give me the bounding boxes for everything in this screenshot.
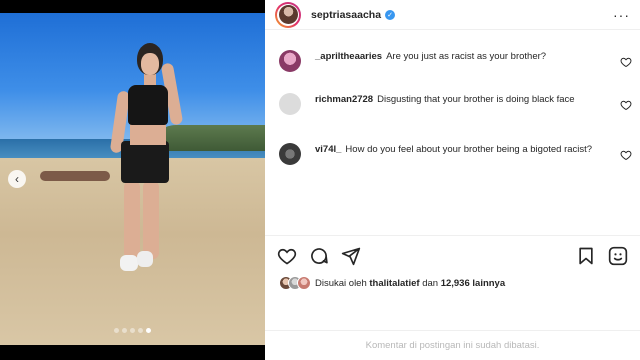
comment-icon[interactable] — [309, 246, 329, 266]
heart-icon[interactable] — [620, 149, 632, 161]
post-username[interactable]: septriasaacha — [311, 9, 381, 21]
comment-item: richman2728 Disgusting that your brother … — [279, 93, 634, 115]
carousel-dot — [114, 328, 119, 333]
sunbather — [40, 171, 110, 181]
photo-subject-face — [141, 53, 159, 75]
avatar[interactable] — [297, 276, 311, 290]
share-icon[interactable] — [341, 246, 361, 266]
photo-subject-shorts — [121, 141, 169, 183]
photo-subject-leg — [143, 181, 159, 259]
footer-notice: Komentar di postingan ini sudah dibatasi… — [365, 340, 540, 351]
likes-summary: Disukai oleh thalitalatief dan 12,936 la… — [279, 276, 505, 290]
post-media: ‹ — [0, 0, 265, 360]
comment-item: vi74l_ How do you feel about your brother… — [279, 143, 634, 165]
more-icon[interactable]: ··· — [613, 7, 630, 23]
heart-icon[interactable] — [620, 56, 632, 68]
likes-user-link[interactable]: thalitalatief — [369, 278, 419, 289]
post-panel: septriasaacha ✓ ··· _apriltheaaries Are y… — [265, 0, 640, 360]
likes-suffix[interactable]: lainnya — [472, 278, 505, 289]
comment-username[interactable]: _apriltheaaries — [315, 51, 382, 62]
comment-text: How do you feel about your brother being… — [345, 144, 593, 155]
heart-icon[interactable] — [277, 246, 297, 266]
likes-prefix: Disukai oleh — [315, 277, 367, 289]
photo-subject-shoe — [137, 251, 153, 267]
emoji-icon[interactable] — [608, 246, 628, 266]
avatar — [278, 5, 298, 24]
post-header: septriasaacha ✓ ··· — [265, 0, 640, 30]
heart-icon[interactable] — [620, 99, 632, 111]
photo-subject-shoe — [120, 255, 138, 271]
avatar[interactable] — [279, 143, 301, 165]
avatar[interactable] — [279, 93, 301, 115]
bookmark-icon[interactable] — [576, 246, 596, 266]
comment-text: Are you just as racist as your brother? — [386, 51, 547, 62]
likes-middle: dan — [422, 277, 439, 289]
post-photo — [0, 13, 265, 345]
carousel-dot — [130, 328, 135, 333]
carousel-dot — [138, 328, 143, 333]
post-actions — [265, 235, 640, 275]
comment-item: _apriltheaaries Are you just as racist as… — [279, 50, 634, 72]
comment-text: Disgusting that your brother is doing bl… — [377, 94, 575, 105]
likes-count-link[interactable]: 12,936 — [441, 278, 470, 289]
photo-subject-top — [128, 85, 168, 125]
carousel-dots — [114, 328, 151, 333]
photo-subject-torso — [130, 123, 166, 145]
photo-subject-leg — [124, 181, 140, 259]
comment-username[interactable]: richman2728 — [315, 94, 373, 105]
story-ring[interactable] — [275, 1, 301, 28]
verified-icon: ✓ — [385, 9, 396, 20]
carousel-dot — [122, 328, 127, 333]
chevron-left-icon[interactable]: ‹ — [8, 170, 26, 188]
comment-username[interactable]: vi74l_ — [315, 144, 341, 155]
carousel-dot-active — [146, 328, 151, 333]
comments-restricted-notice: Komentar di postingan ini sudah dibatasi… — [265, 330, 640, 360]
avatar[interactable] — [279, 50, 301, 72]
